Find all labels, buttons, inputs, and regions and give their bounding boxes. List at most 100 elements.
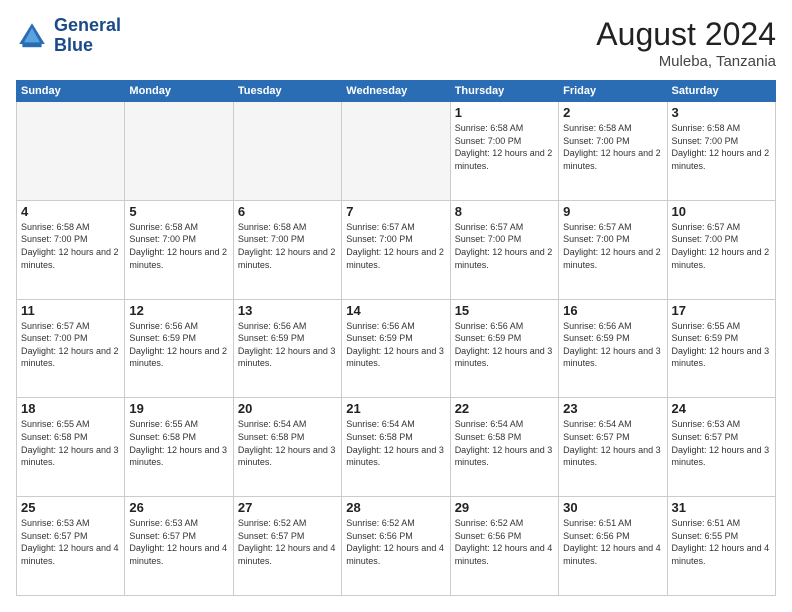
header-sunday: Sunday — [17, 81, 125, 102]
calendar-cell: 21Sunrise: 6:54 AMSunset: 6:58 PMDayligh… — [342, 398, 450, 497]
logo-line1: General — [54, 16, 121, 36]
day-number: 14 — [346, 303, 445, 318]
calendar-cell: 11 Sunrise: 6:57 AMSunset: 7:00 PMDayligh… — [17, 299, 125, 398]
calendar-cell: 24 Sunrise: 6:53 AMSunset: 6:57 PMDayligh… — [667, 398, 775, 497]
day-info: Sunrise: 6:55 AMSunset: 6:59 PMDaylight:… — [672, 320, 771, 370]
day-info: Sunrise: 6:58 AMSunset: 7:00 PMDaylight:… — [238, 221, 337, 271]
day-number: 7 — [346, 204, 445, 219]
day-number: 8 — [455, 204, 554, 219]
logo-text: General Blue — [54, 16, 121, 56]
calendar-cell: 12 Sunrise: 6:56 AMSunset: 6:59 PMDayligh… — [125, 299, 233, 398]
day-info: Sunrise: 6:58 AMSunset: 7:00 PMDaylight:… — [563, 122, 662, 172]
day-info: Sunrise: 6:57 AMSunset: 7:00 PMDaylight:… — [672, 221, 771, 271]
day-info: Sunrise: 6:58 AMSunset: 7:00 PMDaylight:… — [129, 221, 228, 271]
calendar-cell — [233, 102, 341, 201]
calendar-cell: 4 Sunrise: 6:58 AMSunset: 7:00 PMDaylight… — [17, 200, 125, 299]
day-info: Sunrise: 6:54 AMSunset: 6:58 PMDaylight:… — [455, 418, 554, 468]
logo: General Blue — [16, 16, 121, 56]
calendar-cell: 14Sunrise: 6:56 AMSunset: 6:59 PMDayligh… — [342, 299, 450, 398]
day-number: 13 — [238, 303, 337, 318]
day-info: Sunrise: 6:52 AMSunset: 6:56 PMDaylight:… — [346, 517, 445, 567]
day-info: Sunrise: 6:51 AMSunset: 6:55 PMDaylight:… — [672, 517, 771, 567]
calendar-cell: 30Sunrise: 6:51 AMSunset: 6:56 PMDayligh… — [559, 497, 667, 596]
day-info: Sunrise: 6:56 AMSunset: 6:59 PMDaylight:… — [455, 320, 554, 370]
day-number: 24 — [672, 401, 771, 416]
calendar-cell: 10 Sunrise: 6:57 AMSunset: 7:00 PMDayligh… — [667, 200, 775, 299]
page: General Blue August 2024 Muleba, Tanzani… — [0, 0, 792, 612]
calendar-cell: 29 Sunrise: 6:52 AMSunset: 6:56 PMDayligh… — [450, 497, 558, 596]
header-monday: Monday — [125, 81, 233, 102]
day-number: 11 — [21, 303, 120, 318]
day-number: 23 — [563, 401, 662, 416]
calendar-cell: 5Sunrise: 6:58 AMSunset: 7:00 PMDaylight… — [125, 200, 233, 299]
day-number: 3 — [672, 105, 771, 120]
day-info: Sunrise: 6:56 AMSunset: 6:59 PMDaylight:… — [238, 320, 337, 370]
calendar-table: Sunday Monday Tuesday Wednesday Thursday… — [16, 80, 776, 596]
calendar-cell: 22Sunrise: 6:54 AMSunset: 6:58 PMDayligh… — [450, 398, 558, 497]
day-number: 29 — [455, 500, 554, 515]
day-info: Sunrise: 6:58 AMSunset: 7:00 PMDaylight:… — [672, 122, 771, 172]
calendar-cell: 18 Sunrise: 6:55 AMSunset: 6:58 PMDayligh… — [17, 398, 125, 497]
calendar-cell: 3 Sunrise: 6:58 AMSunset: 7:00 PMDaylight… — [667, 102, 775, 201]
logo-line2: Blue — [54, 36, 121, 56]
calendar-cell: 25Sunrise: 6:53 AMSunset: 6:57 PMDayligh… — [17, 497, 125, 596]
day-number: 1 — [455, 105, 554, 120]
day-info: Sunrise: 6:57 AMSunset: 7:00 PMDaylight:… — [346, 221, 445, 271]
header-wednesday: Wednesday — [342, 81, 450, 102]
calendar-week-5: 25Sunrise: 6:53 AMSunset: 6:57 PMDayligh… — [17, 497, 776, 596]
calendar-week-1: 1 Sunrise: 6:58 AMSunset: 7:00 PMDaylight… — [17, 102, 776, 201]
calendar-header-row: Sunday Monday Tuesday Wednesday Thursday… — [17, 81, 776, 102]
calendar-cell: 17Sunrise: 6:55 AMSunset: 6:59 PMDayligh… — [667, 299, 775, 398]
day-info: Sunrise: 6:53 AMSunset: 6:57 PMDaylight:… — [129, 517, 228, 567]
day-info: Sunrise: 6:54 AMSunset: 6:57 PMDaylight:… — [563, 418, 662, 468]
header-friday: Friday — [559, 81, 667, 102]
calendar-cell: 13 Sunrise: 6:56 AMSunset: 6:59 PMDayligh… — [233, 299, 341, 398]
day-info: Sunrise: 6:53 AMSunset: 6:57 PMDaylight:… — [21, 517, 120, 567]
day-info: Sunrise: 6:52 AMSunset: 6:56 PMDaylight:… — [455, 517, 554, 567]
day-info: Sunrise: 6:57 AMSunset: 7:00 PMDaylight:… — [563, 221, 662, 271]
calendar-cell: 1 Sunrise: 6:58 AMSunset: 7:00 PMDaylight… — [450, 102, 558, 201]
day-number: 31 — [672, 500, 771, 515]
day-info: Sunrise: 6:55 AMSunset: 6:58 PMDaylight:… — [129, 418, 228, 468]
title-block: August 2024 Muleba, Tanzania — [596, 16, 776, 70]
calendar-week-2: 4 Sunrise: 6:58 AMSunset: 7:00 PMDaylight… — [17, 200, 776, 299]
day-info: Sunrise: 6:56 AMSunset: 6:59 PMDaylight:… — [129, 320, 228, 370]
day-info: Sunrise: 6:56 AMSunset: 6:59 PMDaylight:… — [563, 320, 662, 370]
day-info: Sunrise: 6:53 AMSunset: 6:57 PMDaylight:… — [672, 418, 771, 468]
calendar-week-4: 18 Sunrise: 6:55 AMSunset: 6:58 PMDayligh… — [17, 398, 776, 497]
day-number: 12 — [129, 303, 228, 318]
calendar-cell: 20Sunrise: 6:54 AMSunset: 6:58 PMDayligh… — [233, 398, 341, 497]
calendar-cell: 26 Sunrise: 6:53 AMSunset: 6:57 PMDayligh… — [125, 497, 233, 596]
header-tuesday: Tuesday — [233, 81, 341, 102]
day-number: 28 — [346, 500, 445, 515]
calendar-cell — [17, 102, 125, 201]
header-saturday: Saturday — [667, 81, 775, 102]
day-info: Sunrise: 6:52 AMSunset: 6:57 PMDaylight:… — [238, 517, 337, 567]
day-number: 19 — [129, 401, 228, 416]
calendar-cell: 19 Sunrise: 6:55 AMSunset: 6:58 PMDayligh… — [125, 398, 233, 497]
calendar-cell: 9 Sunrise: 6:57 AMSunset: 7:00 PMDaylight… — [559, 200, 667, 299]
day-info: Sunrise: 6:54 AMSunset: 6:58 PMDaylight:… — [238, 418, 337, 468]
day-info: Sunrise: 6:57 AMSunset: 7:00 PMDaylight:… — [21, 320, 120, 370]
day-number: 26 — [129, 500, 228, 515]
calendar-cell: 2 Sunrise: 6:58 AMSunset: 7:00 PMDaylight… — [559, 102, 667, 201]
calendar-cell: 31 Sunrise: 6:51 AMSunset: 6:55 PMDayligh… — [667, 497, 775, 596]
calendar-cell: 23 Sunrise: 6:54 AMSunset: 6:57 PMDayligh… — [559, 398, 667, 497]
header: General Blue August 2024 Muleba, Tanzani… — [16, 16, 776, 70]
day-number: 9 — [563, 204, 662, 219]
day-info: Sunrise: 6:55 AMSunset: 6:58 PMDaylight:… — [21, 418, 120, 468]
day-info: Sunrise: 6:51 AMSunset: 6:56 PMDaylight:… — [563, 517, 662, 567]
day-info: Sunrise: 6:58 AMSunset: 7:00 PMDaylight:… — [21, 221, 120, 271]
day-info: Sunrise: 6:58 AMSunset: 7:00 PMDaylight:… — [455, 122, 554, 172]
day-number: 18 — [21, 401, 120, 416]
location: Muleba, Tanzania — [596, 53, 776, 70]
calendar-cell: 27Sunrise: 6:52 AMSunset: 6:57 PMDayligh… — [233, 497, 341, 596]
calendar-cell: 15Sunrise: 6:56 AMSunset: 6:59 PMDayligh… — [450, 299, 558, 398]
day-number: 10 — [672, 204, 771, 219]
day-number: 4 — [21, 204, 120, 219]
day-number: 21 — [346, 401, 445, 416]
calendar-cell: 16Sunrise: 6:56 AMSunset: 6:59 PMDayligh… — [559, 299, 667, 398]
day-number: 6 — [238, 204, 337, 219]
day-info: Sunrise: 6:57 AMSunset: 7:00 PMDaylight:… — [455, 221, 554, 271]
day-number: 2 — [563, 105, 662, 120]
